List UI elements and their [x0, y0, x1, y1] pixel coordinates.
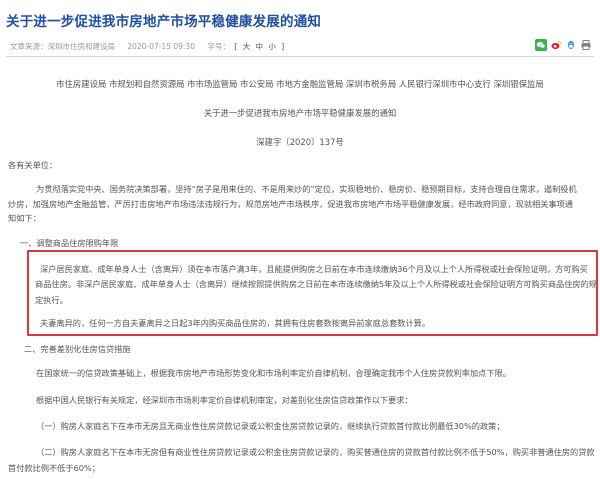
para-3: 在国家统一的信贷政策基础上，根据我市房地产市场形势变化和市场利率定价自律机制，合… — [36, 368, 511, 378]
section-1-heading: 一、调整商品住房限购年限 — [20, 238, 119, 248]
article-source: 文章来源：深圳市住房和建设局 — [10, 42, 115, 51]
font-size-medium-button[interactable]: 中 — [255, 42, 263, 51]
weibo-icon[interactable] — [550, 39, 562, 51]
highlight-box — [27, 250, 598, 336]
intro-line-1: 为贯彻落实党中央、国务院决策部署，坚持“房子是用来住的、不是用来炒的”定位，实现… — [36, 184, 577, 194]
font-size-small-button[interactable]: 小 — [268, 42, 276, 51]
intro-line-3: 知如下： — [8, 213, 41, 223]
issuing-agencies: 市住房建设局 市规划和自然资源局 市市场监管局 市公安局 市地方金融监管局 深圳… — [56, 79, 544, 89]
salutation: 各有关单位： — [8, 160, 58, 170]
header-divider — [6, 56, 594, 57]
wechat-icon[interactable] — [535, 39, 547, 51]
print-icon[interactable] — [580, 39, 592, 51]
article-meta: 文章来源：深圳市住房和建设局 2020-07-15 09:30 字号： [ 大 … — [10, 42, 285, 51]
document-title: 关于进一步促进我市房地产市场平稳健康发展的通知 — [203, 108, 397, 118]
para-4: 根据中国人民银行有关规定，经深圳市市场利率定价自律机制审定，对差别化住房信贷政策… — [36, 395, 413, 405]
list-item-2-line-1: （二）购房人家庭名下在本市无房但有商业性住房贷款记录或公积金住房贷款记录的，购买… — [36, 447, 595, 457]
list-item-1: （一）购房人家庭名下在本市无房且无商业性住房贷款记录或公积金住房贷款记录的，继续… — [36, 421, 505, 431]
document-number: 深建字〔2020〕137号 — [256, 137, 344, 147]
share-toolbar — [535, 39, 592, 51]
article-header: 关于进一步促进我市房地产市场平稳健康发展的通知 文章来源：深圳市住房和建设局 2… — [0, 0, 600, 58]
article-title: 关于进一步促进我市房地产市场平稳健康发展的通知 — [6, 14, 322, 30]
article-date: 2020-07-15 09:30 — [127, 42, 195, 51]
list-item-2-line-2: 首付款比例不低于60%； — [8, 463, 100, 473]
qq-icon[interactable] — [565, 39, 577, 51]
section-2-heading: 二、完善差别化住房信贷措施 — [24, 344, 131, 354]
intro-line-2: 炒房，加强房地产金融监管，严厉打击房地产市场违法违规行为，规范房地产市场秩序，促… — [8, 199, 573, 209]
font-size-label: 字号： — [207, 42, 230, 51]
font-size-large-button[interactable]: 大 — [243, 42, 251, 51]
